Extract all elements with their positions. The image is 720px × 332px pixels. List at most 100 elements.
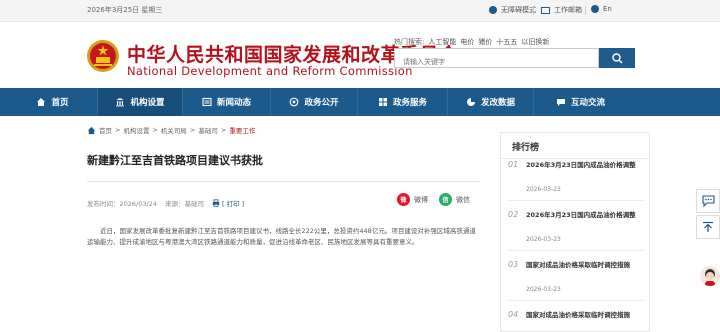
hot-word[interactable]: 十五五 [496, 37, 517, 47]
publish-time: 发布时间：2026/03/24 [87, 198, 157, 208]
divider [508, 200, 644, 201]
building-icon [116, 98, 125, 107]
ranking-item-date: 2026-03-23 [526, 186, 561, 193]
share-weibo[interactable]: 微 微博 [397, 193, 428, 206]
print-label: [ 打印 ] [221, 200, 245, 208]
site-title-en: National Development and Reform Commissi… [127, 64, 413, 78]
back-to-top-button[interactable] [696, 215, 720, 239]
nav-item-news[interactable]: 新闻动态 [183, 88, 271, 116]
nav-label: 政务服务 [392, 98, 427, 108]
breadcrumb: 首页 > 机构设置 > 机关司局 > 基础司 > 重要工作 [87, 125, 255, 135]
ranking-number: 01 [508, 160, 519, 169]
share-wechat-label: 微信 [456, 195, 470, 204]
breadcrumb-separator: > [115, 126, 121, 134]
work-mail-link[interactable]: 工作邮箱 [541, 5, 582, 15]
search-box [394, 48, 599, 71]
share-weibo-label: 微博 [414, 195, 428, 204]
home-icon [37, 98, 46, 106]
publish-label: 发布时间： [87, 200, 120, 208]
ranking-item-title[interactable]: 2026年3月23日国内成品油价格调整 [526, 160, 644, 171]
home-icon [87, 126, 96, 134]
english-label: En [603, 5, 612, 13]
wechat-icon: 信 [439, 193, 452, 206]
divider [87, 181, 480, 182]
nav-item-home[interactable]: 首页 [0, 88, 98, 116]
breadcrumb-link[interactable]: 基础司 [198, 125, 218, 135]
nav-item-services[interactable]: 政务服务 [358, 88, 448, 116]
hot-word[interactable]: 以旧换新 [521, 37, 549, 47]
print-icon [212, 199, 220, 207]
chart-icon [466, 98, 475, 106]
breadcrumb-link[interactable]: 首页 [99, 125, 112, 135]
publish-date: 2026/03/24 [119, 200, 157, 208]
ranking-panel: 排行榜 01 2026年3月23日国内成品油价格调整 2026-03-23 02… [500, 132, 650, 332]
ranking-number: 02 [508, 210, 519, 219]
open-icon [290, 97, 299, 107]
arrow-up-icon [703, 221, 713, 232]
service-icon [378, 98, 387, 106]
nav-label: 新闻动态 [216, 98, 251, 108]
work-mail-label: 工作邮箱 [554, 6, 582, 14]
share-wechat[interactable]: 信 微信 [439, 193, 470, 206]
hot-search-words: 热门搜索: 人工智能 电价 猪价 十五五 以旧换新 [394, 37, 549, 47]
ranking-item-title[interactable]: 国家对成品油价格采取临时调控措施 [526, 260, 644, 271]
ranking-item-date: 2026-03-23 [526, 286, 561, 293]
breadcrumb-current[interactable]: 重要工作 [229, 125, 255, 135]
ranking-number: 03 [508, 260, 519, 269]
accessible-mode-label: 无障碍模式 [501, 6, 536, 14]
news-icon [202, 97, 212, 107]
breadcrumb-separator: > [220, 126, 227, 134]
ranking-item-date: 2026-03-23 [526, 236, 561, 243]
breadcrumb-separator: > [189, 126, 196, 134]
divider [508, 250, 644, 251]
breadcrumb-separator: > [152, 126, 158, 134]
print-button[interactable]: [ 打印 ] [212, 198, 244, 208]
breadcrumb-link[interactable]: 机关司局 [161, 125, 187, 135]
main-nav: 首页 机构设置 新闻动态 政务公开 政务服务 发改数据 互动交流 [0, 88, 720, 116]
current-date: 2026年3月25日 星期三 [87, 6, 163, 14]
nav-item-data[interactable]: 发改数据 [448, 88, 534, 116]
source-label: 来源： [164, 200, 185, 208]
assistant-avatar[interactable] [700, 266, 720, 286]
ranking-item-title[interactable]: 2026年3月23日国内成品油价格调整 [526, 210, 644, 221]
accessibility-icon [489, 6, 497, 14]
nav-label: 发改数据 [480, 98, 515, 108]
ranking-number: 04 [508, 310, 519, 319]
globe-icon [591, 5, 599, 13]
nav-item-interaction[interactable]: 互动交流 [534, 88, 720, 116]
ranking-item-title[interactable]: 国家对成品油价格采取临时调控措施 [526, 310, 644, 321]
feedback-button[interactable] [696, 189, 720, 213]
assistant-avatar-icon [705, 269, 715, 286]
article-body: 近日，国家发展改革委批复新建黔江至吉首铁路项目建议书，线路全长222公里，总投资… [87, 227, 476, 246]
divider [585, 6, 586, 15]
divider [508, 300, 644, 301]
accessible-mode-link[interactable]: 无障碍模式 [489, 5, 536, 15]
breadcrumb-link[interactable]: 机构设置 [123, 125, 149, 135]
hot-word[interactable]: 人工智能 [428, 37, 456, 47]
divider [501, 158, 649, 159]
nav-item-open-affairs[interactable]: 政务公开 [271, 88, 358, 116]
chat-icon [557, 99, 565, 106]
nav-label: 互动交流 [571, 98, 606, 108]
nav-label: 机构设置 [130, 98, 165, 108]
article-source: 来源：基础司 [165, 198, 204, 208]
mail-icon [541, 6, 550, 14]
top-utility-bar: 2026年3月25日 星期三 无障碍模式 工作邮箱 En [0, 0, 720, 22]
nav-item-organization[interactable]: 机构设置 [98, 88, 183, 116]
weibo-icon: 微 [397, 193, 410, 206]
search-button[interactable] [599, 48, 635, 68]
english-link[interactable]: En [591, 5, 612, 13]
hot-word[interactable]: 猪价 [478, 37, 492, 47]
hot-word[interactable]: 电价 [460, 37, 474, 47]
national-emblem-icon[interactable] [86, 39, 120, 73]
ranking-title: 排行榜 [512, 143, 540, 153]
hot-search-label: 热门搜索: [394, 38, 425, 46]
article-title: 新建黔江至吉首铁路项目建议书获批 [87, 154, 263, 167]
divider [533, 6, 534, 15]
source-value: 基础司 [184, 200, 204, 208]
search-icon [611, 52, 623, 64]
nav-label: 首页 [51, 98, 69, 108]
article-meta: 发布时间：2026/03/24 来源：基础司 [ 打印 ] [87, 198, 244, 208]
search-input[interactable] [395, 53, 598, 71]
site-header: 中华人民共和国国家发展和改革委员会 National Development a… [0, 22, 720, 88]
